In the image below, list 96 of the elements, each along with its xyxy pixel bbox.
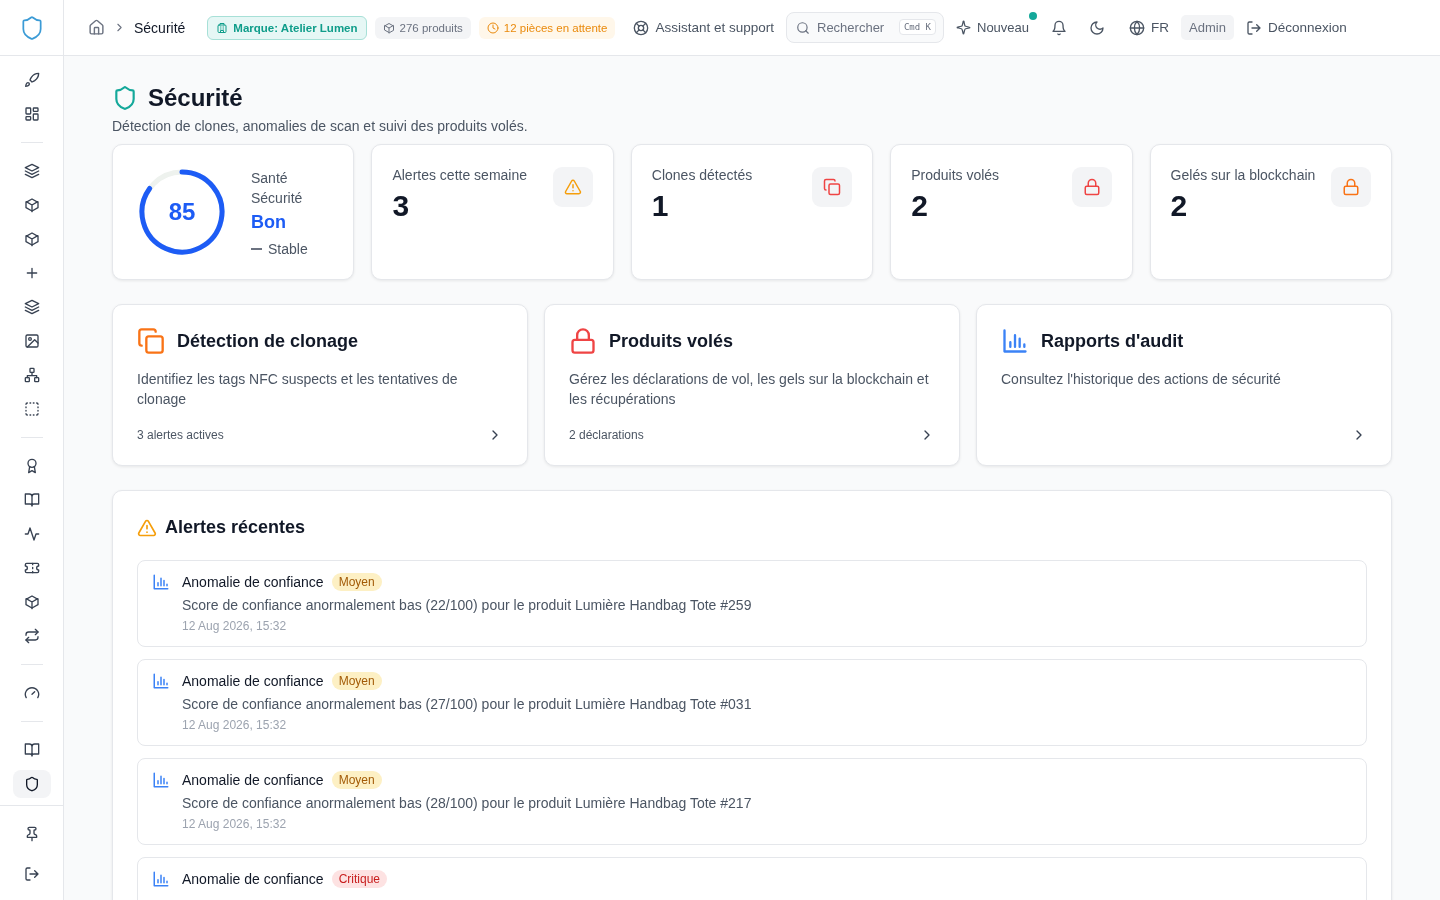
- bell-icon: [1051, 19, 1068, 36]
- stat-label: Alertes cette semaine: [392, 167, 527, 183]
- layers-icon: [23, 163, 40, 179]
- severity-badge: Critique: [331, 870, 387, 888]
- stat-label: Produits volés: [911, 167, 1000, 183]
- feature-description: Consultez l'historique des actions de sécurité: [1001, 370, 1282, 389]
- building-icon: [216, 21, 229, 34]
- bar-chart-icon: [152, 870, 170, 888]
- stat-value: 3: [392, 189, 411, 223]
- severity-badge: Moyen: [331, 573, 382, 591]
- alert-item[interactable]: Anomalie de confiance Critique: [137, 857, 1367, 900]
- severity-badge: Moyen: [331, 672, 382, 690]
- search-icon: [796, 21, 810, 35]
- ticket-icon: [23, 560, 40, 576]
- book-icon: [23, 492, 40, 508]
- feature-card[interactable]: Produits volés Gérez les déclarations de vol, les gels sur la blockchain et les récupérations 2 déclarations: [544, 304, 960, 466]
- support-button[interactable]: Assistant et support: [629, 15, 778, 40]
- cube-icon: [23, 197, 40, 213]
- copy-icon: [137, 327, 165, 355]
- bar-chart-icon: [152, 672, 170, 690]
- feature-title: Rapports d'audit: [1041, 330, 1184, 352]
- severity-badge: Moyen: [331, 771, 382, 789]
- language-button[interactable]: FR: [1125, 15, 1174, 40]
- cube-icon: [23, 231, 40, 247]
- alert-title: Anomalie de confiance: [182, 871, 324, 887]
- page-title: Sécurité: [148, 84, 243, 112]
- alert-time: 12 Aug 2026, 15:32: [182, 619, 288, 633]
- health-label: Santé Sécurité: [251, 168, 304, 208]
- section-title: Alertes récentes: [165, 517, 306, 538]
- pending-badge: 12 pièces en attente: [478, 16, 616, 39]
- logout-icon: [1245, 19, 1262, 36]
- health-status: Bon: [251, 211, 287, 233]
- feature-count: 2 déclarations: [569, 428, 644, 442]
- role-badge: Admin: [1181, 15, 1234, 40]
- cube-icon: [382, 21, 395, 34]
- new-button[interactable]: Nouveau: [952, 16, 1034, 39]
- trend-label: Stable: [268, 240, 308, 257]
- alert-description: Score de confiance anormalement bas (22/100) pour le produit Lumière Handbag Tote #259: [182, 597, 752, 613]
- dash-icon: [251, 247, 262, 250]
- alert-title: Anomalie de confiance: [182, 574, 324, 590]
- lock-icon: [569, 327, 597, 355]
- feature-description: Gérez les déclarations de vol, les gels sur la blockchain et les récupérations: [569, 370, 930, 409]
- feature-card[interactable]: Détection de clonage Identifiez les tags NFC suspects et les tentatives de clonage 3 alertes actives: [112, 304, 528, 466]
- logout-button[interactable]: Déconnexion: [1241, 15, 1351, 40]
- dashboard-icon: [23, 106, 40, 122]
- bar-chart-icon: [1001, 327, 1029, 355]
- sidebar-item[interactable]: [12, 770, 51, 798]
- alert-item[interactable]: Anomalie de confiance Moyen Score de confiance anormalement bas (28/100) pour le produit Lumière Handbag Tote #217 12 Aug 2026, 15:32: [137, 758, 1367, 845]
- feature-count: 3 alertes actives: [137, 428, 224, 442]
- warning-icon: [137, 517, 157, 538]
- alert-item[interactable]: Anomalie de confiance Moyen Score de confiance anormalement bas (22/100) pour le produit Lumière Handbag Tote #259 12 Aug 2026, 15:32: [137, 560, 1367, 647]
- breadcrumb-current: Sécurité: [134, 19, 186, 36]
- copy-icon: [823, 178, 842, 196]
- globe-icon: [1129, 19, 1146, 36]
- layers-icon: [23, 299, 40, 315]
- alert-time: 12 Aug 2026, 15:32: [182, 817, 288, 831]
- image-icon: [23, 333, 40, 349]
- alert-time: 12 Aug 2026, 15:32: [182, 718, 288, 732]
- moon-icon: [1089, 19, 1106, 36]
- page-subtitle: Détection de clones, anomalies de scan et suivi des produits volés.: [112, 118, 529, 134]
- clock-icon: [486, 21, 499, 34]
- feature-description: Identifiez les tags NFC suspects et les tentatives de clonage: [137, 370, 459, 409]
- shield-icon: [112, 85, 138, 111]
- alert-description: Score de confiance anormalement bas (28/100) pour le produit Lumière Handbag Tote #217: [182, 795, 752, 811]
- alert-title: Anomalie de confiance: [182, 673, 324, 689]
- home-icon: [88, 19, 105, 36]
- activity-icon: [23, 526, 40, 542]
- feature-title: Détection de clonage: [177, 330, 359, 352]
- alert-title: Anomalie de confiance: [182, 772, 324, 788]
- sparkles-icon: [956, 20, 971, 35]
- products-badge: 276 produits: [374, 16, 471, 39]
- stat-value: 2: [1170, 189, 1189, 223]
- brand-badge: Marque: Atelier Lumen: [207, 15, 367, 40]
- feature-title: Produits volés: [609, 330, 734, 352]
- lock-icon: [1082, 178, 1101, 196]
- alert-item[interactable]: Anomalie de confiance Moyen Score de confiance anormalement bas (27/100) pour le produit Lumière Handbag Tote #031 12 Aug 2026, 15:32: [137, 659, 1367, 746]
- lifebuoy-icon: [633, 19, 650, 36]
- logout-icon: [23, 866, 40, 882]
- bar-chart-icon: [152, 771, 170, 789]
- stat-value: 1: [651, 189, 670, 223]
- book-icon: [23, 742, 40, 758]
- lock-icon: [1342, 178, 1360, 196]
- alert-description: Score de confiance anormalement bas (27/100) pour le produit Lumière Handbag Tote #031: [182, 696, 752, 712]
- repeat-icon: [23, 628, 40, 644]
- warning-icon: [563, 178, 582, 196]
- stat-value: 2: [911, 189, 929, 223]
- gauge-icon: [23, 685, 40, 701]
- stat-label: Clones détectés: [651, 167, 753, 183]
- feature-card[interactable]: Rapports d'audit Consultez l'historique des actions de sécurité: [976, 304, 1392, 466]
- shield-icon: [23, 776, 40, 792]
- bar-chart-icon: [152, 573, 170, 591]
- shortcut-hint: Cmd K: [898, 19, 936, 35]
- stat-label: Gelés sur la blockchain: [1170, 167, 1316, 183]
- score-value: 85: [168, 198, 196, 226]
- cube-icon: [23, 594, 40, 610]
- hierarchy-icon: [23, 367, 40, 383]
